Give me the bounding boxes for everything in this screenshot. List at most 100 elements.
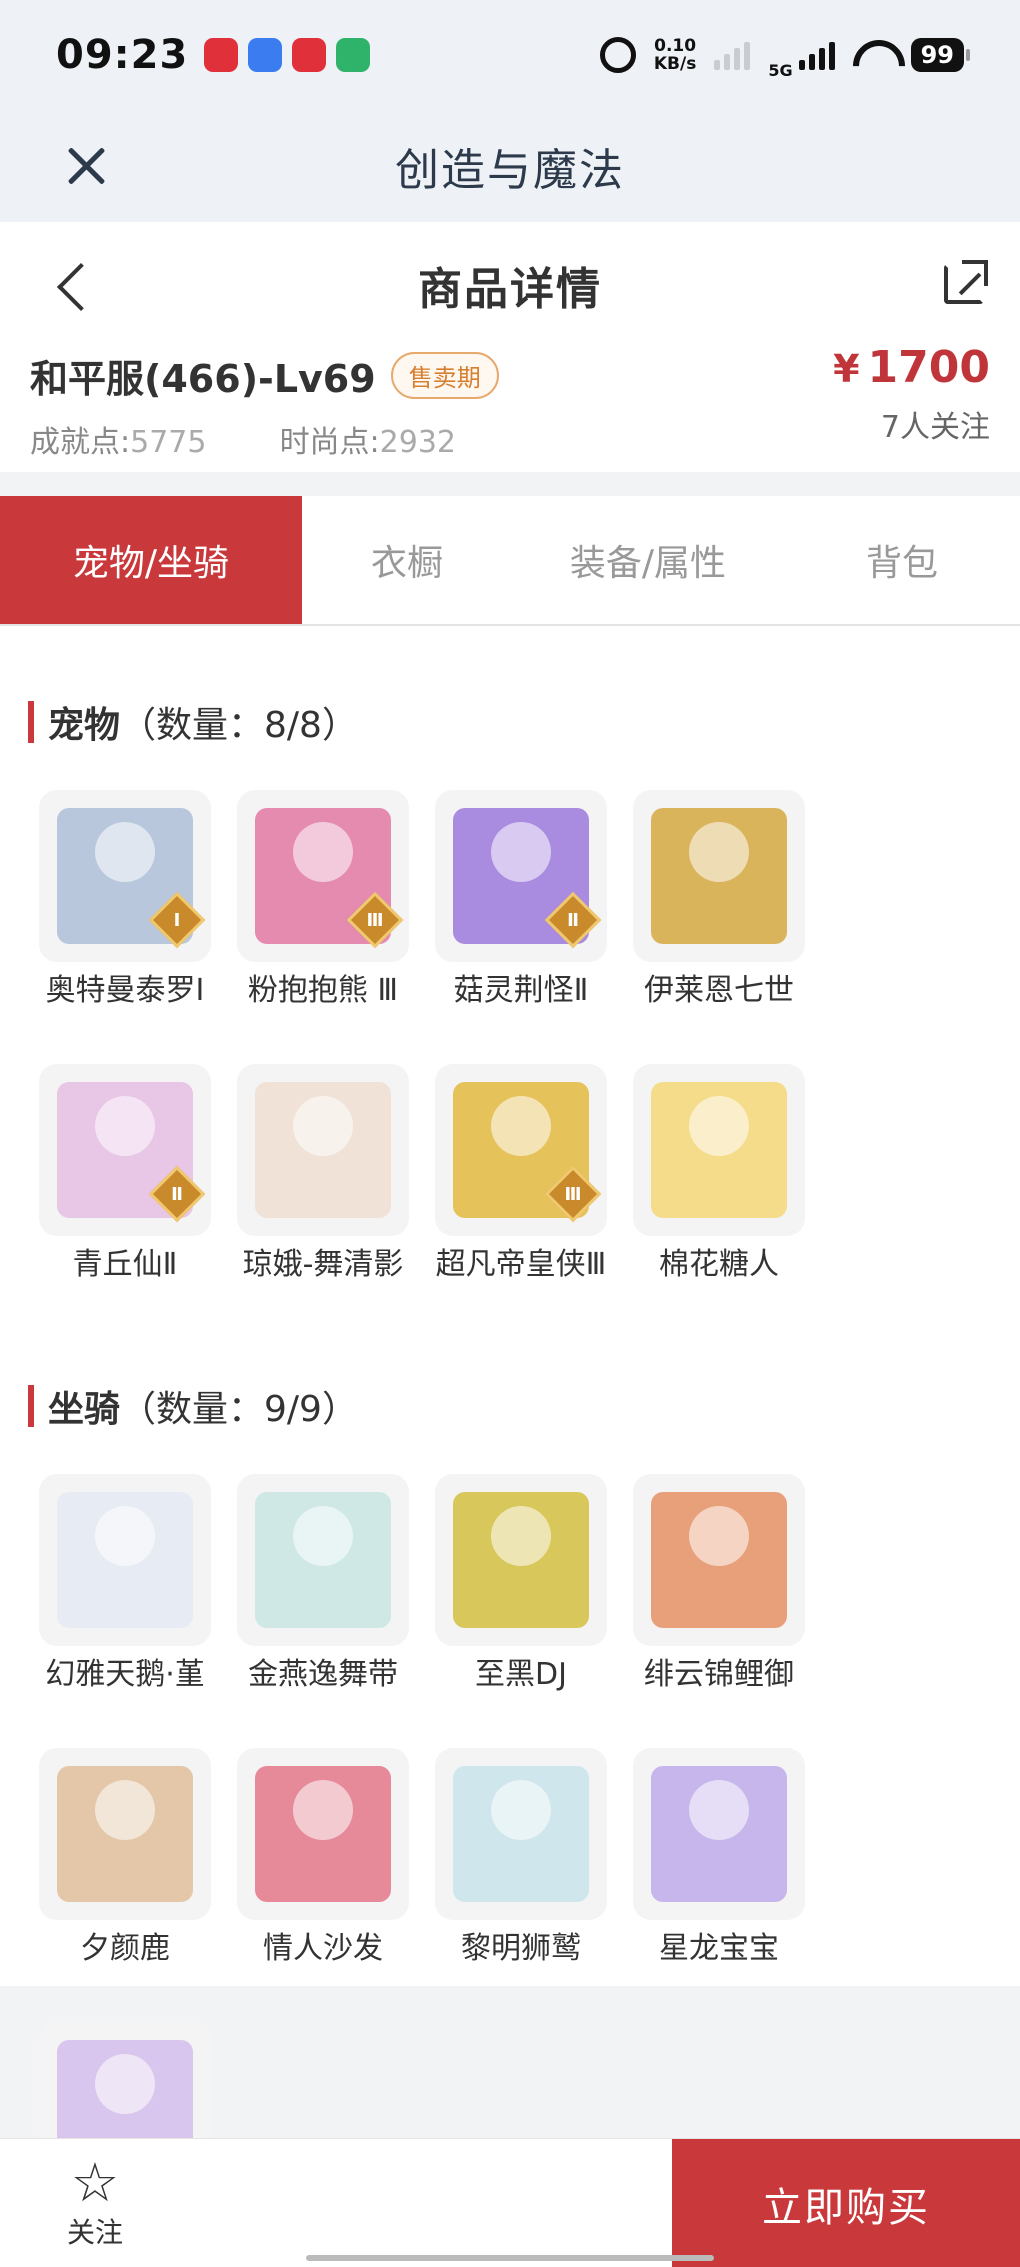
item-thumbnail (435, 1748, 607, 1920)
tab-backpack[interactable]: 背包 (784, 496, 1020, 624)
item-thumbnail (237, 1064, 409, 1236)
item-image (651, 808, 787, 944)
grid-item[interactable]: 金燕逸舞带 (224, 1474, 422, 1748)
item-image (57, 1766, 193, 1902)
battery-indicator: 99 (910, 38, 971, 72)
price-value: 1700 (867, 342, 990, 393)
app-notification-icon (336, 38, 371, 72)
section-accent (28, 1385, 34, 1427)
signal-icon (798, 40, 835, 70)
item-thumbnail (633, 1474, 805, 1646)
signal-icon (714, 40, 751, 70)
grid-item[interactable]: Ⅲ 超凡帝皇侠Ⅲ (422, 1064, 620, 1338)
item-image (255, 1766, 391, 1902)
nav-bar: 商品详情 (0, 222, 1020, 348)
item-thumbnail: Ⅲ (435, 1064, 607, 1236)
app-bar: 创造与魔法 (0, 110, 1020, 222)
price: ¥1700 (833, 342, 990, 393)
item-name: 至黑DJ (475, 1657, 567, 1692)
fashion-value: 2932 (379, 425, 457, 460)
item-image (651, 1492, 787, 1628)
grid-item[interactable]: 至黑DJ (422, 1474, 620, 1748)
mounts-title: 坐骑 (48, 1389, 121, 1430)
item-name: 金燕逸舞带 (248, 1657, 398, 1692)
app-notification-icon (248, 38, 283, 72)
net-speed: 0.10 KB/s (653, 36, 697, 74)
content-panel: 宠物 （数量：8/8） Ⅰ 奥特曼泰罗Ⅰ Ⅲ 粉抱抱熊 Ⅲ Ⅱ 菇灵荆怪Ⅱ 伊莱恩七世 Ⅱ 青丘… (0, 626, 1020, 2240)
item-name: 黎明狮鹫 (461, 1931, 581, 1966)
item-name: 超凡帝皇侠Ⅲ (435, 1247, 607, 1282)
star-icon: ☆ (70, 2151, 120, 2214)
item-image (651, 1766, 787, 1902)
status-badge: 售卖期 (390, 352, 499, 399)
bottom-bar: ☆ 关注 立即购买 (0, 2138, 1020, 2267)
status-time: 09:23 (56, 32, 189, 78)
pets-section-header: 宠物 （数量：8/8） (28, 696, 358, 748)
item-thumbnail: Ⅱ (39, 1064, 211, 1236)
item-thumbnail (237, 1474, 409, 1646)
item-image (255, 1492, 391, 1628)
item-name: 伊莱恩七世 (644, 973, 794, 1008)
item-image (453, 1492, 589, 1628)
status-bar: 09:23 0.10 KB/s 5G 99 (0, 0, 1020, 110)
item-thumbnail: Ⅱ (435, 790, 607, 962)
back-icon[interactable] (52, 262, 92, 310)
grid-item[interactable]: Ⅱ 菇灵荆怪Ⅱ (422, 790, 620, 1064)
item-name: 夕颜鹿 (80, 1931, 170, 1966)
item-thumbnail: Ⅰ (39, 790, 211, 962)
grid-item[interactable]: 琼娥-舞清影 (224, 1064, 422, 1338)
item-name: 菇灵荆怪Ⅱ (453, 973, 589, 1008)
grid-item[interactable]: 夕颜鹿 (26, 1748, 224, 2022)
notification-icons (204, 38, 371, 72)
follow-button[interactable]: ☆ 关注 (50, 2155, 140, 2255)
app-notification-icon (292, 38, 327, 72)
grid-item[interactable]: 伊莱恩七世 (620, 790, 818, 1064)
price-currency: ¥ (833, 347, 860, 391)
grid-item[interactable]: Ⅲ 粉抱抱熊 Ⅲ (224, 790, 422, 1064)
item-image (255, 1082, 391, 1218)
product-stats: 成就点:5775 时尚点:2932 (30, 417, 990, 461)
grid-item[interactable]: Ⅰ 奥特曼泰罗Ⅰ (26, 790, 224, 1064)
item-image (57, 1492, 193, 1628)
item-thumbnail (39, 1748, 211, 1920)
pets-title: 宠物 (48, 705, 121, 746)
item-name: 星龙宝宝 (659, 1931, 779, 1966)
item-name: 粉抱抱熊 Ⅲ (247, 973, 399, 1008)
item-name: 绯云锦鲤御 (644, 1657, 794, 1692)
item-name: 青丘仙Ⅱ (72, 1247, 178, 1282)
item-image (651, 1082, 787, 1218)
buy-now-button[interactable]: 立即购买 (672, 2139, 1020, 2267)
follow-label: 关注 (66, 2216, 123, 2249)
pets-count: （数量：8/8） (120, 705, 358, 746)
pets-grid: Ⅰ 奥特曼泰罗Ⅰ Ⅲ 粉抱抱熊 Ⅲ Ⅱ 菇灵荆怪Ⅱ 伊莱恩七世 Ⅱ 青丘仙Ⅱ 琼娥-舞清影 Ⅲ 超凡帝… (26, 790, 1006, 1338)
grid-item[interactable]: 棉花糖人 (620, 1064, 818, 1338)
grid-item[interactable]: 幻雅天鹅·堇 (26, 1474, 224, 1748)
grid-item[interactable]: 星龙宝宝 (620, 1748, 818, 2022)
item-thumbnail (633, 790, 805, 962)
mounts-count: （数量：9/9） (120, 1389, 358, 1430)
section-accent (28, 701, 34, 743)
tab-equipment[interactable]: 装备/属性 (512, 496, 784, 624)
grid-item[interactable]: 情人沙发 (224, 1748, 422, 2022)
item-thumbnail (435, 1474, 607, 1646)
grid-item[interactable]: Ⅱ 青丘仙Ⅱ (26, 1064, 224, 1338)
item-image (453, 1766, 589, 1902)
item-name: 琼娥-舞清影 (242, 1247, 404, 1282)
grid-item[interactable]: 黎明狮鹫 (422, 1748, 620, 2022)
rank-label: Ⅱ (567, 909, 579, 931)
alarm-icon (599, 37, 636, 73)
rank-label: Ⅰ (173, 909, 181, 931)
item-thumbnail (633, 1064, 805, 1236)
share-icon[interactable] (944, 260, 988, 304)
mounts-section-header: 坐骑 （数量：9/9） (28, 1380, 358, 1432)
grid-item[interactable]: 绯云锦鲤御 (620, 1474, 818, 1748)
product-header: 商品详情 和平服(466)-Lv69 售卖期 成就点:5775 时尚点:2932… (0, 222, 1020, 472)
page-title: 商品详情 (418, 264, 602, 315)
close-icon[interactable] (60, 140, 112, 192)
item-thumbnail (633, 1748, 805, 1920)
item-thumbnail (237, 1748, 409, 1920)
item-name: 奥特曼泰罗Ⅰ (45, 973, 205, 1008)
tab-pets-mounts[interactable]: 宠物/坐骑 (0, 496, 302, 624)
tab-wardrobe[interactable]: 衣橱 (302, 496, 512, 624)
item-name: 幻雅天鹅·堇 (45, 1657, 205, 1692)
